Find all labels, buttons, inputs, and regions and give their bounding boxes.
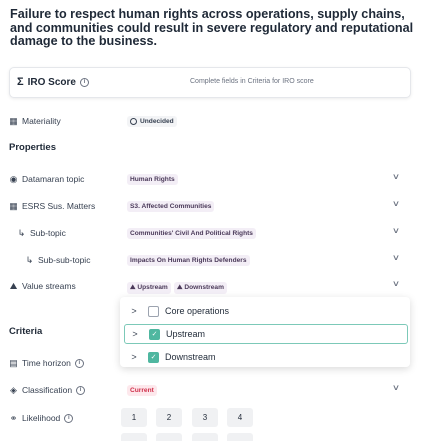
sub-sub-topic-value[interactable]: Impacts On Human Rights Defenders [127,255,250,266]
chevron-down-icon[interactable]: ∨ [392,253,400,262]
criteria-heading: Criteria [9,326,43,337]
sub-sub-topic-label: Sub-sub-topic [38,255,91,265]
value-stream-tag-label: Upstream [137,284,168,291]
dropdown-option-upstream[interactable]: > ✓ Upstream [124,324,408,344]
sub-arrow-icon: ↳ [17,227,26,238]
grid-icon: ▦ [9,115,18,126]
value-streams-label: Value streams [22,281,76,291]
iro-title: Failure to respect human rights across o… [10,7,414,48]
checkbox[interactable] [148,305,159,317]
iro-score-hint: Complete fields in Criteria for IRO scor… [190,78,314,85]
info-icon[interactable]: i [74,358,84,368]
esrs-value[interactable]: S3. Affected Communities [127,201,215,212]
likelihood-option-1[interactable]: 1 [121,408,147,427]
datamaran-topic-label: Datamaran topic [22,174,85,184]
option-label: Downstream [165,352,216,362]
chevron-right-icon[interactable]: > [124,352,144,362]
chevron-right-icon[interactable]: > [124,306,144,316]
chevron-right-icon[interactable]: > [125,329,145,339]
chevron-down-icon[interactable]: ∨ [392,172,400,181]
classification-row[interactable]: ◈ Classification i [9,383,409,397]
likelihood-option-3[interactable]: 3 [192,408,218,427]
option-label: Core operations [165,306,230,316]
chevron-down-icon[interactable]: ∨ [392,199,400,208]
datamaran-topic-value[interactable]: Human Rights [127,174,178,185]
iro-score-label: IRO Score [27,76,76,88]
dropdown-option-downstream[interactable]: > ✓ Downstream [124,348,406,366]
value-stream-tag-upstream[interactable]: ⛰ Upstream [127,282,171,294]
chevron-down-icon[interactable]: ∨ [392,226,400,235]
sub-topic-value[interactable]: Communities' Civil And Political Rights [127,228,256,239]
calendar-icon: ▤ [9,357,18,368]
mountain-icon: ⛰ [9,280,18,291]
datamaran-topic-row[interactable]: ◉ Datamaran topic [9,172,409,186]
globe-icon: ◉ [9,173,18,184]
option-button[interactable] [227,433,253,441]
sub-topic-label: Sub-topic [30,228,66,238]
chevron-down-icon[interactable]: ∨ [392,279,400,288]
esrs-label: ESRS Sus. Matters [22,201,96,211]
tag-icon: ◈ [10,384,17,395]
likelihood-option-4[interactable]: 4 [227,408,253,427]
materiality-badge[interactable]: Undecided [127,116,177,127]
likelihood-option-2[interactable]: 2 [156,408,182,427]
checkbox[interactable]: ✓ [148,351,159,363]
materiality-row: ▦ Materiality [9,114,409,128]
value-stream-tag-label: Downstream [184,284,224,291]
likelihood-label: Likelihood [22,413,61,423]
sub-arrow-icon: ↳ [25,254,34,265]
info-icon[interactable]: i [76,385,86,395]
chevron-down-icon[interactable]: ∨ [392,383,400,392]
grid-icon: ▦ [9,200,18,211]
properties-heading: Properties [9,142,56,153]
dropdown-option-core-operations[interactable]: > Core operations [124,302,406,320]
option-button[interactable] [156,433,182,441]
classification-label: Classification [22,385,73,395]
option-button[interactable] [192,433,218,441]
materiality-label: Materiality [22,116,61,126]
classification-value[interactable]: Current [127,385,157,396]
checkbox[interactable]: ✓ [149,328,160,340]
info-icon[interactable]: i [64,413,74,423]
circle-icon [130,118,137,125]
link-icon: ⚭ [9,412,18,423]
iro-score-card: Σ IRO Score i Complete fields in Criteri… [9,67,411,98]
materiality-value: Undecided [140,118,174,125]
value-stream-tag-downstream[interactable]: ⛰ Downstream [174,282,227,294]
option-label: Upstream [166,329,206,339]
time-horizon-label: Time horizon [22,358,71,368]
option-button[interactable] [121,433,147,441]
value-streams-dropdown: > Core operations > ✓ Upstream > ✓ Downs… [120,297,410,367]
info-icon[interactable]: i [79,77,89,87]
sigma-icon: Σ [17,76,24,88]
iro-score-label-group: Σ IRO Score i [17,76,89,88]
